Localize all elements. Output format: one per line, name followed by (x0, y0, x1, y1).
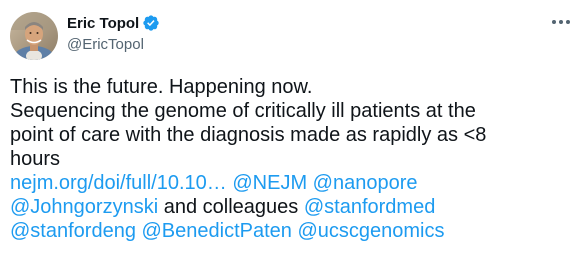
mention-nanopore[interactable]: @nanopore (313, 172, 418, 194)
author-name-row: Eric Topol (67, 13, 160, 33)
mention-ucscgenomics[interactable]: @ucscgenomics (297, 220, 444, 242)
mention-stanfordeng[interactable]: @stanfordeng (10, 220, 136, 242)
tweet-text-line: Sequencing the genome of critically ill … (10, 100, 476, 122)
mention-stanfordmed[interactable]: @stanfordmed (304, 196, 435, 218)
tweet-links-line-3: @stanfordeng @BenedictPaten @ucscgenomic… (10, 219, 576, 243)
author-handle[interactable]: @EricTopol (67, 36, 144, 53)
tweet-links-line-2: @Johngorzynski and colleagues @stanfordm… (10, 195, 576, 219)
tweet-text-line: point of care with the diagnosis made as… (10, 124, 487, 146)
article-link[interactable]: nejm.org/doi/full/10.10… (10, 172, 227, 194)
tweet-text-line: hours (10, 148, 61, 170)
author-display-name[interactable]: Eric Topol (67, 15, 139, 32)
mention-benedictpaten[interactable]: @BenedictPaten (142, 220, 292, 242)
more-options-icon[interactable] (548, 12, 574, 32)
tweet-card: Eric Topol @EricTopol This is the future… (0, 0, 584, 278)
and-colleagues-text: and colleagues (163, 196, 299, 218)
tweet-text: This is the future. Happening now. Seque… (10, 75, 576, 243)
tweet-text-line: This is the future. Happening now. (10, 76, 313, 98)
mention-johngorzynski[interactable]: @Johngorzynski (10, 196, 158, 218)
verified-badge-icon (142, 14, 160, 32)
avatar-image (10, 12, 58, 60)
tweet-links-line-1: nejm.org/doi/full/10.10… @NEJM @nanopore (10, 171, 576, 195)
avatar[interactable] (10, 12, 58, 60)
mention-nejm[interactable]: @NEJM (232, 172, 307, 194)
